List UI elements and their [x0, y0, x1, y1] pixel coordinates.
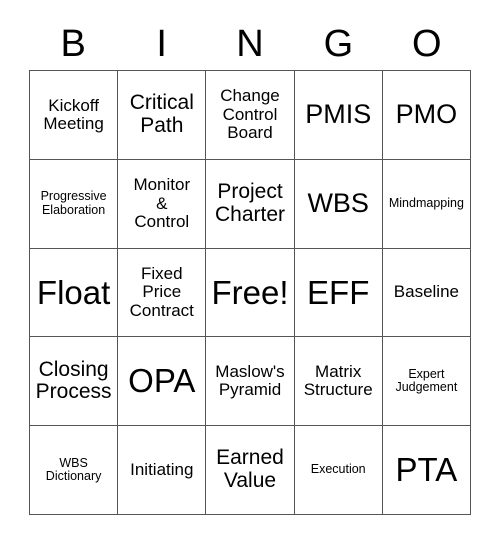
- bingo-square-label: Monitor & Control: [133, 175, 191, 231]
- bingo-square[interactable]: WBS Dictionary: [30, 426, 119, 515]
- bingo-square[interactable]: WBS: [294, 159, 383, 249]
- bingo-square-label: WBS: [307, 188, 369, 219]
- bingo-square[interactable]: Maslow's Pyramid: [206, 337, 295, 427]
- bingo-square[interactable]: Expert Judgement: [382, 337, 471, 427]
- bingo-square[interactable]: PTA: [382, 426, 471, 515]
- bingo-square-label: Baseline: [393, 282, 459, 302]
- bingo-square[interactable]: Float: [30, 248, 119, 338]
- bingo-square[interactable]: Initiating: [118, 426, 207, 515]
- header-letter-n: N: [236, 23, 264, 65]
- bingo-square-label: Maslow's Pyramid: [215, 361, 285, 400]
- header-letter-o: O: [412, 23, 442, 65]
- bingo-square[interactable]: OPA: [118, 337, 207, 427]
- bingo-square[interactable]: Fixed Price Contract: [118, 248, 207, 338]
- bingo-square-label: PTA: [395, 451, 458, 489]
- bingo-square-label: Free!: [211, 273, 289, 311]
- bingo-square-label: OPA: [128, 362, 196, 400]
- bingo-square-label: Progressive Elaboration: [40, 189, 107, 217]
- bingo-square[interactable]: Kickoff Meeting: [30, 71, 119, 160]
- bingo-square[interactable]: Monitor & Control: [118, 159, 207, 249]
- bingo-square-label: PMO: [395, 99, 458, 130]
- bingo-square-label: Float: [36, 273, 111, 311]
- bingo-card: B I N G O Kickoff Meeting Critical Path Ch…: [0, 0, 500, 544]
- bingo-grid: Kickoff Meeting Critical Path Change Contr…: [29, 70, 471, 515]
- bingo-square[interactable]: Progressive Elaboration: [30, 159, 119, 249]
- header-letter-b: B: [60, 23, 86, 65]
- bingo-square-label: Mindmapping: [388, 195, 464, 210]
- bingo-square[interactable]: Baseline: [382, 248, 471, 338]
- bingo-square[interactable]: Project Charter: [206, 159, 295, 249]
- header-letter-i: I: [156, 23, 167, 65]
- bingo-square-label: Expert Judgement: [395, 366, 458, 395]
- bingo-square-label: Earned Value: [216, 446, 284, 493]
- bingo-square-label: WBS Dictionary: [45, 455, 102, 484]
- bingo-square-label: Critical Path: [129, 91, 194, 137]
- header-letter-g: G: [323, 23, 354, 65]
- bingo-square-label: Change Control Board: [220, 86, 280, 143]
- bingo-square-label: Initiating: [130, 459, 194, 479]
- bingo-square-label: Execution: [310, 462, 366, 477]
- bingo-square[interactable]: PMIS: [294, 71, 383, 160]
- bingo-square[interactable]: PMO: [382, 71, 471, 160]
- bingo-square-label: PMIS: [305, 99, 372, 130]
- bingo-header: B I N G O: [29, 18, 471, 70]
- bingo-free-space[interactable]: Free!: [206, 248, 295, 338]
- bingo-square[interactable]: Change Control Board: [206, 71, 295, 160]
- bingo-square[interactable]: Execution: [294, 426, 383, 515]
- bingo-square-label: Kickoff Meeting: [43, 95, 104, 133]
- bingo-square[interactable]: EFF: [294, 248, 383, 338]
- bingo-square[interactable]: Critical Path: [118, 71, 207, 160]
- bingo-square-label: Fixed Price Contract: [129, 263, 194, 320]
- bingo-square-label: Project Charter: [214, 180, 285, 226]
- bingo-square[interactable]: Earned Value: [206, 426, 295, 515]
- bingo-square[interactable]: Matrix Structure: [294, 337, 383, 427]
- bingo-square[interactable]: Mindmapping: [382, 159, 471, 249]
- bingo-square[interactable]: Closing Process: [30, 337, 119, 427]
- bingo-square-label: Closing Process: [35, 357, 112, 404]
- bingo-square-label: EFF: [307, 273, 370, 311]
- bingo-square-label: Matrix Structure: [303, 361, 373, 400]
